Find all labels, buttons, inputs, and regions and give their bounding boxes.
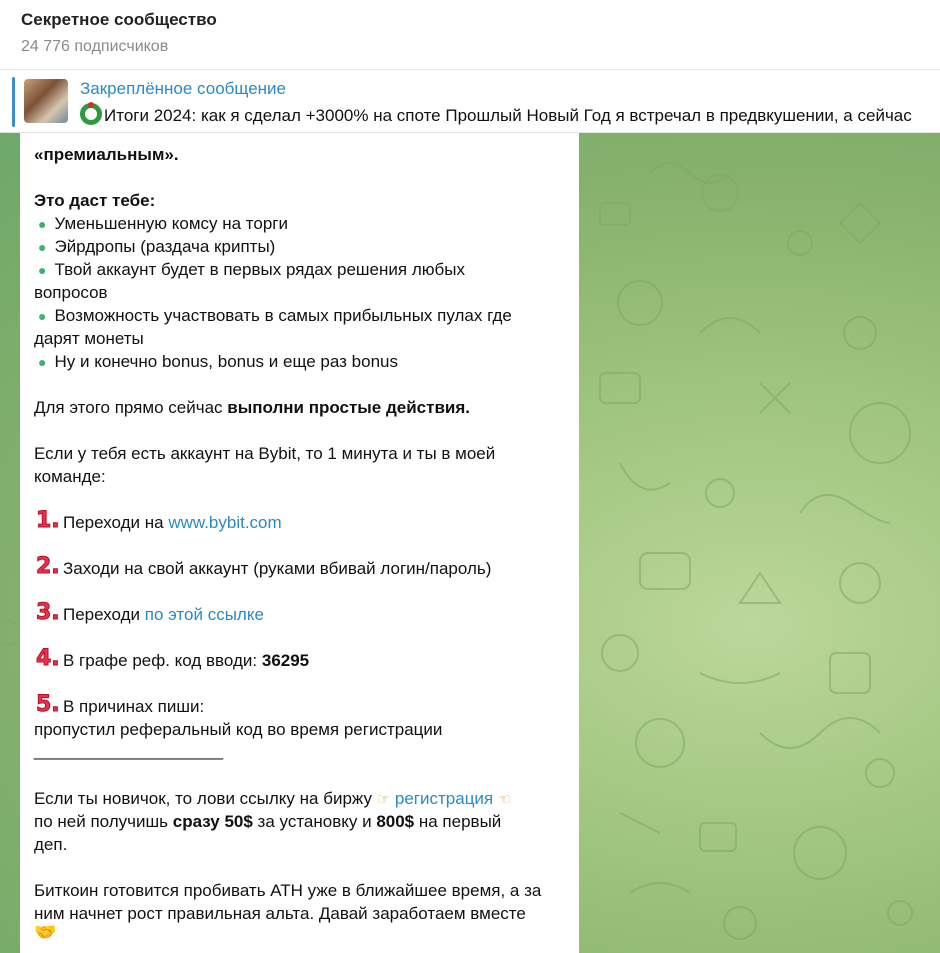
benefit-item-cont: дарят монеты	[34, 329, 144, 348]
btc-line-cont: ним начнет рост правильная альта. Давай …	[34, 904, 526, 923]
benefits-title: Это даст тебе:	[34, 191, 156, 210]
bullet-icon: ●	[38, 216, 47, 232]
pointing-right-icon: ☞	[376, 790, 391, 808]
benefit-item: ● Уменьшенную комсу на торги	[38, 214, 288, 233]
step-5-reason: пропустил реферальный код во время регис…	[34, 720, 443, 739]
step-number-2: 2.	[36, 554, 61, 579]
newbie-line: Если ты новичок, то лови ссылку на биржу…	[34, 787, 511, 811]
benefit-item: ● Твой аккаунт будет в первых рядах решен…	[38, 260, 465, 279]
pinned-preview: Итоги 2024: как я сделал +3000% на споте…	[80, 102, 912, 126]
step-number-1: 1.	[36, 508, 61, 533]
step-4: В графе реф. код вводи: 36295	[63, 651, 310, 670]
btc-line: Биткоин готовится пробивать АТН уже в бл…	[34, 881, 542, 900]
pinned-title: Закреплённое сообщение	[80, 79, 286, 98]
step-1: Переходи на www.bybit.com	[63, 513, 282, 532]
wreath-icon	[80, 102, 102, 125]
premium-line: «премиальным».	[34, 145, 179, 164]
bybit-link[interactable]: www.bybit.com	[168, 513, 281, 532]
handshake-icon: 🤝	[34, 922, 57, 943]
pinned-message-bar[interactable]: Закреплённое сообщение Итоги 2024: как я…	[0, 71, 940, 133]
channel-header[interactable]: Секретное сообщество 24 776 подписчиков	[0, 0, 940, 70]
action-line: Для этого прямо сейчас выполни простые д…	[34, 398, 470, 417]
bullet-icon: ●	[38, 239, 47, 255]
pinned-indicator	[12, 77, 15, 127]
channel-post[interactable]: «премиальным». Это даст тебе: ● Уменьшенн…	[20, 133, 579, 953]
channel-title[interactable]: Секретное сообщество	[21, 10, 217, 30]
pointing-left-icon: ☜	[497, 790, 512, 808]
benefit-item: ● Ну и конечно bonus, bonus и еще раз bon…	[38, 352, 398, 371]
step-2: Заходи на свой аккаунт (руками вбивай ло…	[63, 559, 492, 578]
pinned-preview-text: Итоги 2024: как я сделал +3000% на споте…	[104, 106, 912, 125]
ref-code: 36295	[261, 651, 310, 670]
step-number-4: 4.	[36, 646, 61, 671]
bybit-line-cont: команде:	[34, 467, 106, 486]
bullet-icon: ●	[38, 354, 47, 370]
step-number-5: 5.	[36, 692, 61, 717]
benefit-item: ● Эйрдропы (раздача крипты)	[38, 237, 276, 256]
step-5: В причинах пиши:	[63, 697, 205, 716]
bullet-icon: ●	[38, 262, 47, 278]
divider-line: ____________________	[34, 741, 224, 760]
step-number-3: 3.	[36, 600, 61, 625]
bybit-line: Если у тебя есть аккаунт на Bybit, то 1 …	[34, 444, 496, 463]
newbie-line-cont: по ней получишь сразу 50$ за установку и…	[34, 812, 502, 831]
benefit-item: ● Возможность участвовать в самых прибыль…	[38, 306, 512, 325]
bullet-icon: ●	[38, 308, 47, 324]
subscriber-count: 24 776 подписчиков	[21, 38, 169, 55]
pinned-thumbnail	[24, 79, 68, 123]
benefit-item-cont: вопросов	[34, 283, 108, 302]
step-3: Переходи по этой ссылке	[63, 605, 264, 624]
referral-link[interactable]: по этой ссылке	[145, 605, 264, 624]
newbie-line-end: деп.	[34, 835, 68, 854]
registration-link[interactable]: регистрация	[395, 789, 493, 808]
